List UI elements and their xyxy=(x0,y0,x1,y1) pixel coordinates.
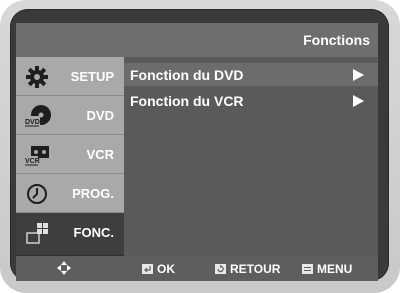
vcr-cassette-icon: VCR xyxy=(24,146,49,166)
menu-content: Fonction du DVD Fonction du VCR xyxy=(124,57,378,256)
menu-button[interactable]: MENU xyxy=(302,262,352,276)
ok-label: OK xyxy=(157,262,175,276)
sidebar-item-label: SETUP xyxy=(70,69,114,84)
clock-icon xyxy=(27,184,47,204)
return-icon xyxy=(215,264,226,274)
svg-text:VCR: VCR xyxy=(25,158,40,165)
enter-icon xyxy=(142,264,153,274)
directional-pad-icon xyxy=(57,261,71,275)
menu-header: Fonctions xyxy=(16,23,378,57)
page-title: Fonctions xyxy=(303,32,370,48)
retour-button[interactable]: RETOUR xyxy=(215,262,280,276)
menu-icon xyxy=(302,264,313,274)
arrow-right-icon xyxy=(353,95,364,107)
menu-item-label: Fonction du VCR xyxy=(130,93,244,109)
sidebar-item-label: VCR xyxy=(86,147,114,162)
sidebar-item-label: FONC. xyxy=(73,225,114,240)
retour-label: RETOUR xyxy=(230,262,281,276)
sidebar: SETUP DVD DVD VCR VCR PROG. FONC. xyxy=(16,57,124,256)
menu-item-fonction-dvd[interactable]: Fonction du DVD xyxy=(124,63,378,86)
sidebar-item-prog[interactable]: PROG. xyxy=(16,174,124,213)
gear-icon xyxy=(26,66,48,88)
function-blocks-icon xyxy=(26,223,48,244)
sidebar-item-dvd[interactable]: DVD DVD xyxy=(16,96,124,135)
ok-button[interactable]: OK xyxy=(142,262,175,276)
svg-text:DVD: DVD xyxy=(25,119,40,126)
footer-bar: OK RETOUR MENU xyxy=(16,256,378,281)
dvd-disc-icon: DVD xyxy=(24,105,51,127)
menu-label: MENU xyxy=(317,262,353,276)
sidebar-item-label: DVD xyxy=(86,108,114,123)
sidebar-item-setup[interactable]: SETUP xyxy=(16,57,124,96)
menu-item-fonction-vcr[interactable]: Fonction du VCR xyxy=(124,89,378,112)
menu-item-label: Fonction du DVD xyxy=(130,67,244,83)
arrow-right-icon xyxy=(353,69,364,81)
sidebar-item-vcr[interactable]: VCR VCR xyxy=(16,135,124,174)
sidebar-item-fonc[interactable]: FONC. xyxy=(16,213,124,256)
sidebar-item-label: PROG. xyxy=(72,186,114,201)
